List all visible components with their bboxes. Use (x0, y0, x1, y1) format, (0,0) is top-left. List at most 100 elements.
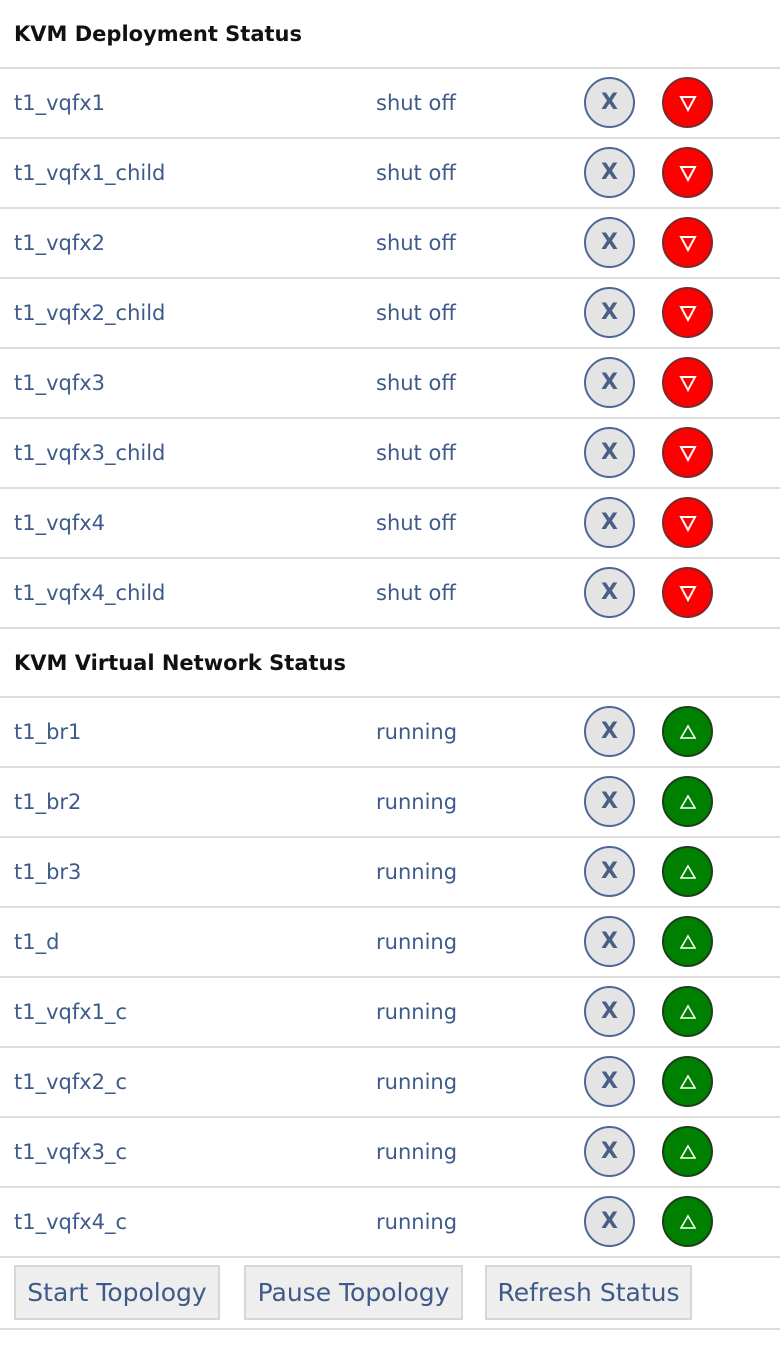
vm-status: shut off (376, 511, 456, 535)
close-icon: X (601, 929, 618, 954)
network-name[interactable]: t1_br1 (14, 698, 81, 766)
topology-actions: Start Topology Pause Topology Refresh St… (0, 1258, 780, 1330)
close-icon: X (601, 160, 618, 185)
stop-vm-button[interactable] (662, 357, 713, 408)
close-icon: X (601, 230, 618, 255)
close-icon: X (601, 90, 618, 115)
network-state-button[interactable] (662, 1196, 713, 1247)
network-row: t1_br3 running X (0, 838, 780, 908)
network-state-button[interactable] (662, 776, 713, 827)
triangle-down-icon (678, 375, 697, 392)
triangle-up-icon (679, 933, 696, 949)
triangle-down-icon (678, 95, 697, 112)
triangle-up-icon (679, 723, 696, 739)
deployment-row: t1_vqfx3 shut off X (0, 349, 780, 419)
network-state-button[interactable] (662, 916, 713, 967)
stop-vm-button[interactable] (662, 497, 713, 548)
close-icon: X (601, 1139, 618, 1164)
refresh-status-button[interactable]: Refresh Status (485, 1265, 692, 1320)
pause-topology-button[interactable]: Pause Topology (244, 1265, 463, 1320)
vm-name[interactable]: t1_vqfx4_child (14, 559, 165, 627)
network-state-button[interactable] (662, 1126, 713, 1177)
triangle-up-icon (679, 1143, 696, 1159)
remove-network-button[interactable]: X (584, 1056, 635, 1107)
remove-network-button[interactable]: X (584, 706, 635, 757)
deployment-row: t1_vqfx1 shut off X (0, 69, 780, 139)
close-icon: X (601, 999, 618, 1024)
triangle-down-icon (678, 585, 697, 602)
close-icon: X (601, 1069, 618, 1094)
deployment-section-title: KVM Deployment Status (0, 0, 780, 69)
close-icon: X (601, 300, 618, 325)
close-icon: X (601, 719, 618, 744)
deployment-list: t1_vqfx1 shut off X t1_vqfx1_child shut … (0, 69, 780, 629)
remove-vm-button[interactable]: X (584, 567, 635, 618)
remove-vm-button[interactable]: X (584, 287, 635, 338)
network-name[interactable]: t1_vqfx4_c (14, 1188, 127, 1256)
network-name[interactable]: t1_d (14, 908, 59, 976)
vm-name[interactable]: t1_vqfx1 (14, 69, 105, 137)
triangle-down-icon (678, 235, 697, 252)
network-state-button[interactable] (662, 1056, 713, 1107)
vm-name[interactable]: t1_vqfx3 (14, 349, 105, 417)
remove-vm-button[interactable]: X (584, 357, 635, 408)
stop-vm-button[interactable] (662, 147, 713, 198)
network-state-button[interactable] (662, 706, 713, 757)
deployment-row: t1_vqfx4_child shut off X (0, 559, 780, 629)
kvm-status-panel: KVM Deployment Status t1_vqfx1 shut off … (0, 0, 780, 1330)
network-status: running (376, 790, 458, 814)
network-state-button[interactable] (662, 846, 713, 897)
triangle-up-icon (679, 1213, 696, 1229)
network-name[interactable]: t1_vqfx2_c (14, 1048, 127, 1116)
close-icon: X (601, 440, 618, 465)
stop-vm-button[interactable] (662, 287, 713, 338)
network-status: running (376, 1000, 458, 1024)
remove-network-button[interactable]: X (584, 916, 635, 967)
network-row: t1_d running X (0, 908, 780, 978)
vm-status: shut off (376, 301, 456, 325)
triangle-down-icon (678, 305, 697, 322)
vm-status: shut off (376, 161, 456, 185)
network-name[interactable]: t1_vqfx1_c (14, 978, 127, 1046)
remove-vm-button[interactable]: X (584, 147, 635, 198)
triangle-up-icon (679, 863, 696, 879)
network-row: t1_vqfx3_c running X (0, 1118, 780, 1188)
remove-vm-button[interactable]: X (584, 77, 635, 128)
remove-vm-button[interactable]: X (584, 427, 635, 478)
network-status: running (376, 1140, 458, 1164)
deployment-row: t1_vqfx2 shut off X (0, 209, 780, 279)
vm-name[interactable]: t1_vqfx1_child (14, 139, 165, 207)
stop-vm-button[interactable] (662, 77, 713, 128)
triangle-up-icon (679, 793, 696, 809)
network-name[interactable]: t1_br2 (14, 768, 81, 836)
network-row: t1_vqfx1_c running X (0, 978, 780, 1048)
vm-name[interactable]: t1_vqfx4 (14, 489, 105, 557)
close-icon: X (601, 510, 618, 535)
triangle-down-icon (678, 165, 697, 182)
network-status: running (376, 860, 458, 884)
vm-name[interactable]: t1_vqfx2_child (14, 279, 165, 347)
remove-network-button[interactable]: X (584, 1126, 635, 1177)
network-name[interactable]: t1_vqfx3_c (14, 1118, 127, 1186)
network-section-title: KVM Virtual Network Status (0, 629, 780, 698)
stop-vm-button[interactable] (662, 567, 713, 618)
deployment-row: t1_vqfx4 shut off X (0, 489, 780, 559)
remove-network-button[interactable]: X (584, 776, 635, 827)
remove-vm-button[interactable]: X (584, 217, 635, 268)
network-row: t1_br2 running X (0, 768, 780, 838)
remove-vm-button[interactable]: X (584, 497, 635, 548)
stop-vm-button[interactable] (662, 217, 713, 268)
deployment-row: t1_vqfx1_child shut off X (0, 139, 780, 209)
stop-vm-button[interactable] (662, 427, 713, 478)
vm-name[interactable]: t1_vqfx2 (14, 209, 105, 277)
remove-network-button[interactable]: X (584, 846, 635, 897)
network-state-button[interactable] (662, 986, 713, 1037)
network-list: t1_br1 running X t1_br2 running X t1_br3… (0, 698, 780, 1258)
remove-network-button[interactable]: X (584, 1196, 635, 1247)
vm-name[interactable]: t1_vqfx3_child (14, 419, 165, 487)
start-topology-button[interactable]: Start Topology (14, 1265, 220, 1320)
vm-status: shut off (376, 91, 456, 115)
network-status: running (376, 930, 458, 954)
remove-network-button[interactable]: X (584, 986, 635, 1037)
network-name[interactable]: t1_br3 (14, 838, 81, 906)
